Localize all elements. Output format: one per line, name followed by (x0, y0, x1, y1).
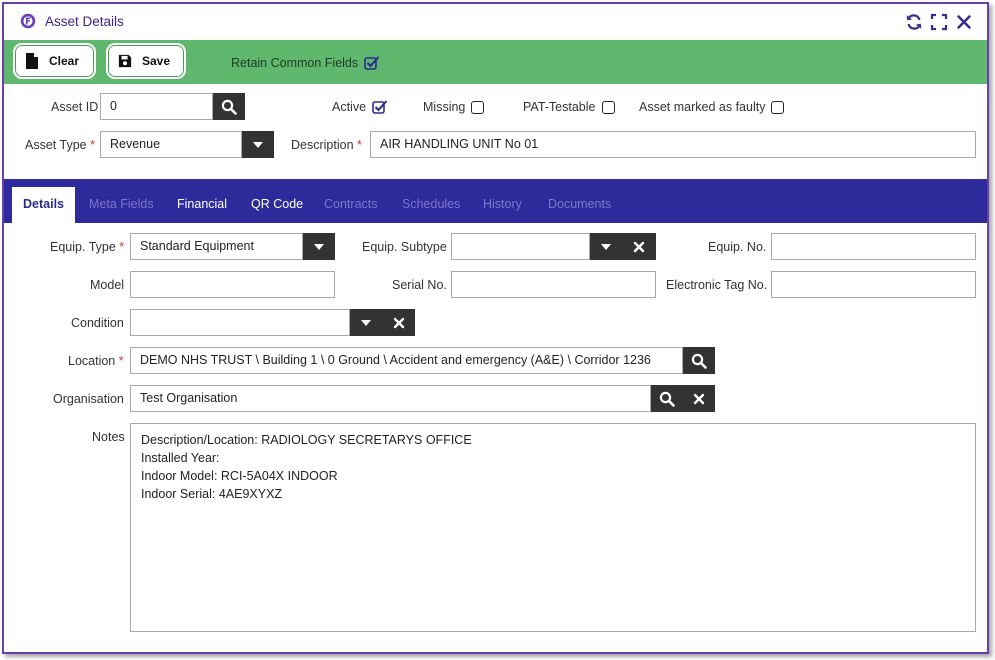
notes-line: Description/Location: RADIOLOGY SECRETAR… (141, 433, 472, 447)
pat-testable-label: PAT-Testable (523, 100, 596, 114)
required-marker: * (119, 240, 125, 254)
faulty-label: Asset marked as faulty (639, 100, 766, 114)
title-bar: Asset Details (4, 4, 987, 40)
missing-checkbox[interactable]: Missing (423, 100, 485, 114)
chevron-down-icon (361, 319, 371, 326)
asset-id-label: Asset ID (51, 100, 99, 114)
equip-subtype-dropdown-button[interactable] (590, 233, 622, 260)
asset-details-window: Asset Details Clear Save Retain Common F… (2, 2, 989, 654)
asset-type-select[interactable]: Revenue (100, 131, 242, 158)
clear-x-icon (393, 317, 404, 328)
checkbox-unchecked-icon[interactable] (471, 100, 485, 114)
missing-label: Missing (423, 100, 466, 114)
asset-id-input[interactable]: 0 (100, 93, 213, 120)
clear-button-label: Clear (49, 54, 80, 68)
location-label: Location * (68, 354, 124, 368)
notes-label: Notes (92, 430, 125, 444)
serial-no-label: Serial No. (392, 278, 447, 292)
description-label-text: Description (291, 138, 354, 152)
equip-type-label: Equip. Type * (50, 240, 124, 254)
tab-financial[interactable]: Financial (177, 197, 227, 211)
faulty-checkbox[interactable]: Asset marked as faulty (639, 100, 785, 114)
app-logo-icon (20, 13, 36, 29)
description-label: Description * (291, 138, 362, 152)
clear-x-icon (693, 393, 705, 404)
save-icon (118, 54, 132, 68)
asset-type-label: Asset Type * (25, 138, 95, 152)
retain-checkbox-checked-icon[interactable] (364, 55, 380, 71)
chevron-down-icon (314, 243, 324, 250)
condition-clear-button[interactable] (382, 309, 415, 336)
search-icon (691, 353, 707, 369)
equip-type-label-text: Equip. Type (50, 240, 116, 254)
asset-id-search-button[interactable] (213, 93, 245, 120)
save-button[interactable]: Save (106, 43, 186, 79)
action-toolbar: Clear Save Retain Common Fields (4, 40, 987, 84)
electronic-tag-label: Electronic Tag No. (666, 278, 768, 292)
description-input[interactable]: AIR HANDLING UNIT No 01 (370, 131, 976, 158)
required-marker: * (118, 354, 124, 368)
model-input[interactable] (130, 271, 335, 298)
required-marker: * (90, 138, 95, 152)
organisation-clear-button[interactable] (683, 385, 715, 412)
active-checkbox[interactable]: Active (332, 99, 388, 115)
chevron-down-icon (253, 141, 263, 148)
tab-history[interactable]: History (483, 197, 522, 211)
electronic-tag-input[interactable] (771, 271, 976, 298)
location-input[interactable]: DEMO NHS TRUST \ Building 1 \ 0 Ground \… (130, 347, 683, 374)
location-label-text: Location (68, 354, 116, 368)
condition-select[interactable] (130, 309, 350, 336)
retain-common-fields-label: Retain Common Fields (231, 56, 359, 70)
chevron-down-icon (601, 243, 611, 250)
notes-line: Indoor Serial: 4AE9XYXZ (141, 487, 283, 501)
pat-testable-checkbox[interactable]: PAT-Testable (523, 100, 615, 114)
search-icon (221, 99, 237, 115)
checkbox-unchecked-icon[interactable] (601, 100, 615, 114)
notes-line: Installed Year: (141, 451, 220, 465)
tab-meta-fields[interactable]: Meta Fields (89, 197, 154, 211)
retain-common-fields[interactable]: Retain Common Fields (231, 55, 380, 71)
asset-type-dropdown-button[interactable] (242, 131, 274, 158)
equip-no-input[interactable] (771, 233, 976, 260)
notes-textarea[interactable]: Description/Location: RADIOLOGY SECRETAR… (130, 423, 976, 632)
condition-label: Condition (71, 316, 124, 330)
checkbox-unchecked-icon[interactable] (771, 100, 785, 114)
tab-contracts[interactable]: Contracts (324, 197, 378, 211)
equip-subtype-select[interactable] (451, 233, 590, 260)
organisation-label: Organisation (53, 392, 124, 406)
save-button-label: Save (142, 54, 171, 68)
file-icon (26, 53, 38, 69)
tab-details[interactable]: Details (12, 187, 75, 223)
organisation-input[interactable]: Test Organisation (130, 385, 651, 412)
equip-no-label: Equip. No. (708, 240, 767, 254)
checkbox-checked-icon[interactable] (372, 99, 388, 115)
organisation-search-button[interactable] (651, 385, 683, 412)
equip-subtype-clear-button[interactable] (622, 233, 656, 260)
window-title: Asset Details (45, 14, 124, 29)
serial-no-input[interactable] (451, 271, 656, 298)
equip-type-dropdown-button[interactable] (303, 233, 335, 260)
tab-schedules[interactable]: Schedules (402, 197, 460, 211)
tab-documents[interactable]: Documents (548, 197, 611, 211)
search-icon (659, 391, 675, 407)
required-marker: * (357, 138, 362, 152)
condition-dropdown-button[interactable] (350, 309, 382, 336)
expand-icon[interactable] (930, 13, 948, 31)
tab-bar: Details Meta Fields Financial QR Code Co… (4, 179, 987, 223)
close-icon[interactable] (955, 13, 973, 31)
asset-type-label-text: Asset Type (25, 138, 87, 152)
clear-x-icon (633, 241, 645, 252)
tab-qr-code[interactable]: QR Code (251, 197, 303, 211)
notes-line: Indoor Model: RCI-5A04X INDOOR (141, 469, 338, 483)
equip-type-select[interactable]: Standard Equipment (130, 233, 303, 260)
equip-subtype-label: Equip. Subtype (362, 240, 447, 254)
clear-button[interactable]: Clear (13, 43, 96, 79)
model-label: Model (90, 278, 125, 292)
active-label: Active (332, 100, 367, 114)
refresh-icon[interactable] (905, 13, 923, 31)
location-search-button[interactable] (683, 347, 715, 374)
